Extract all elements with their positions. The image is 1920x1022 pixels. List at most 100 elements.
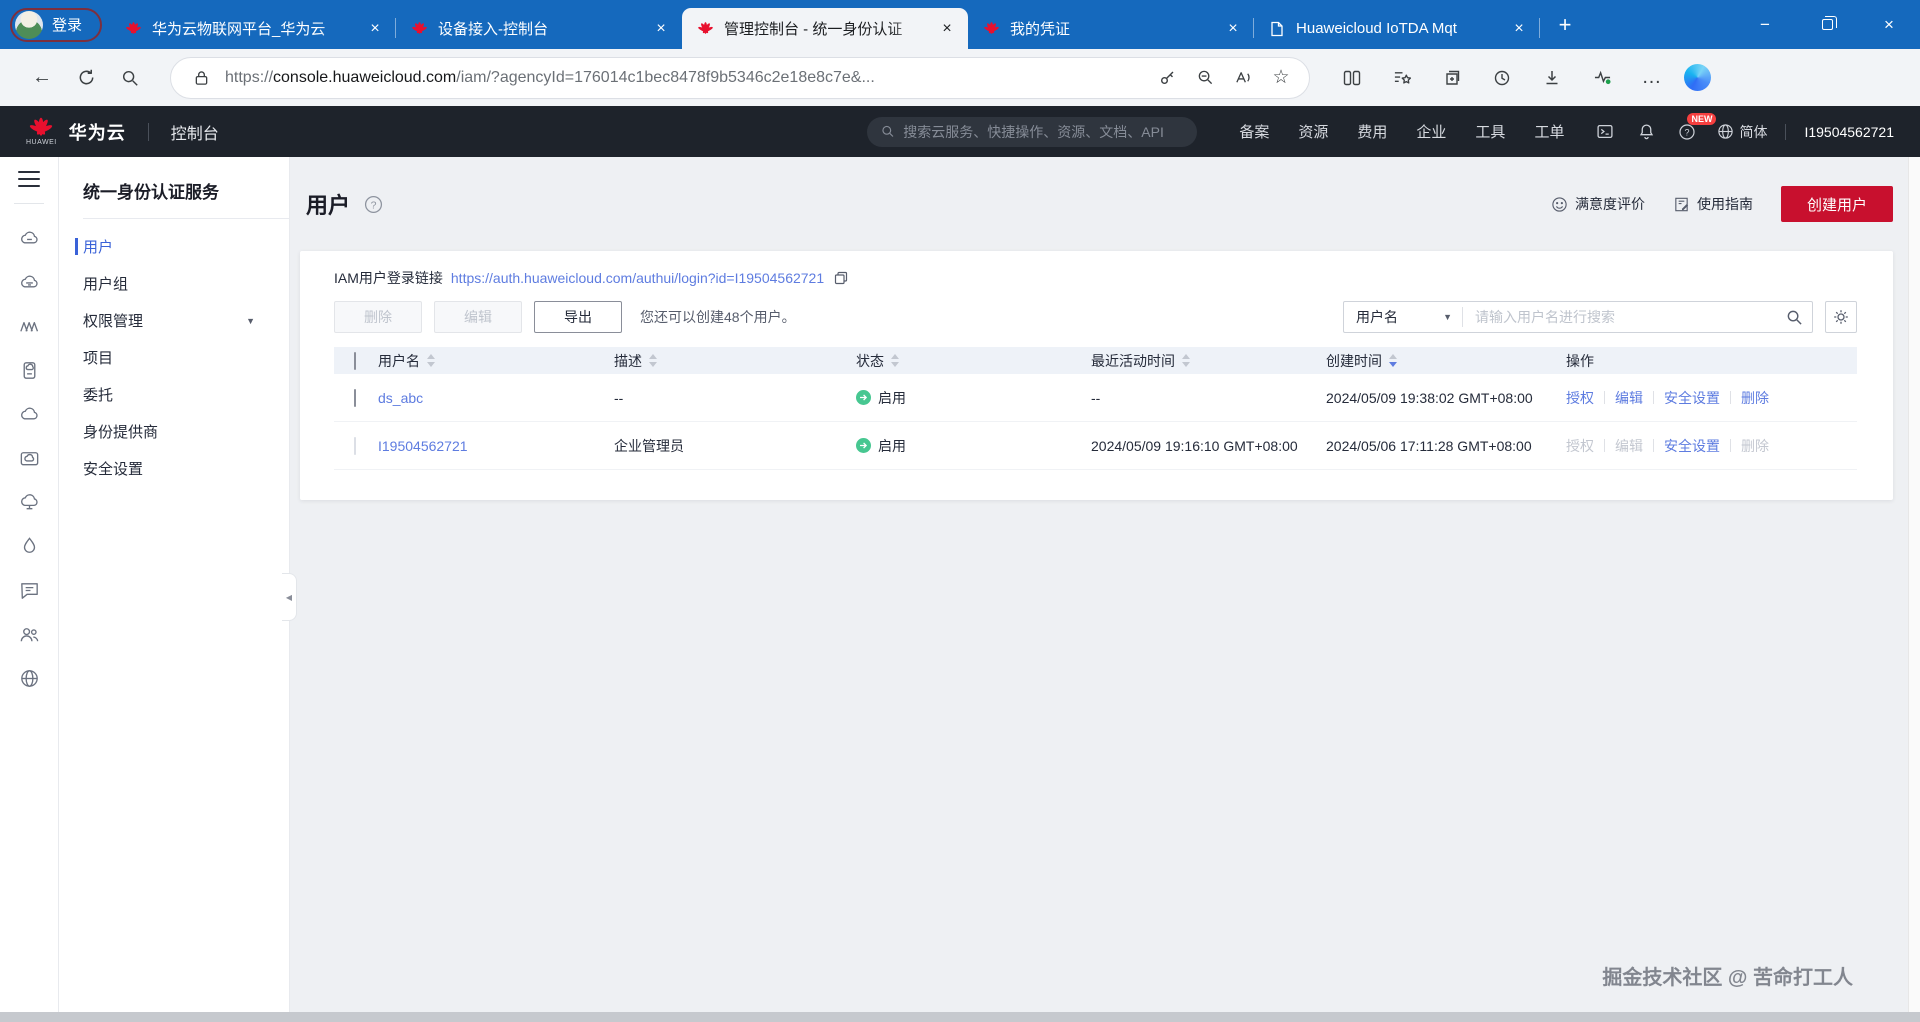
- restore-button[interactable]: [1796, 0, 1858, 49]
- back-icon: ←: [32, 66, 52, 89]
- split-screen-icon[interactable]: [1334, 60, 1370, 96]
- zoom-out-icon[interactable]: [1191, 64, 1219, 92]
- page-scrollbar[interactable]: [1908, 157, 1920, 1012]
- username-link[interactable]: ds_abc: [378, 390, 423, 406]
- back-button[interactable]: ←: [24, 60, 60, 96]
- huawei-logo[interactable]: HUAWEI: [26, 117, 57, 146]
- console-search[interactable]: [867, 117, 1197, 147]
- settings-more-icon[interactable]: …: [1634, 60, 1670, 96]
- cloud-server-icon[interactable]: [9, 216, 49, 260]
- brand-name[interactable]: 华为云: [69, 119, 126, 145]
- tablet-cloud-icon[interactable]: [9, 348, 49, 392]
- browser-essentials-icon[interactable]: [1584, 60, 1620, 96]
- browser-profile-button[interactable]: 登录: [10, 8, 102, 42]
- copy-icon[interactable]: [834, 271, 848, 285]
- quota-hint: 您还可以创建48个用户。: [640, 307, 796, 327]
- search-icon[interactable]: [1776, 302, 1812, 332]
- console-search-input[interactable]: [903, 124, 1183, 140]
- read-aloud-icon[interactable]: [1229, 64, 1257, 92]
- security-settings-action[interactable]: 安全设置: [1664, 436, 1720, 456]
- cli-terminal-icon[interactable]: [1594, 121, 1616, 143]
- column-header-username[interactable]: 用户名: [378, 351, 614, 371]
- sidebar-item-agencies[interactable]: 委托: [59, 376, 289, 413]
- nav-item-tickets[interactable]: 工单: [1534, 121, 1564, 142]
- security-settings-action[interactable]: 安全设置: [1664, 388, 1720, 408]
- search-icon: [121, 69, 139, 87]
- refresh-button[interactable]: [68, 60, 104, 96]
- sidebar-collapse-handle[interactable]: ◀: [282, 573, 297, 621]
- tab-my-credentials[interactable]: 我的凭证 ×: [968, 8, 1254, 49]
- column-header-last-activity[interactable]: 最近活动时间: [1091, 351, 1326, 371]
- window-close-button[interactable]: ×: [1858, 0, 1920, 49]
- favorite-star-icon[interactable]: ☆: [1267, 64, 1295, 92]
- tab-device-access[interactable]: 设备接入-控制台 ×: [396, 8, 682, 49]
- export-button[interactable]: 导出: [534, 301, 622, 333]
- droplet-icon[interactable]: [9, 524, 49, 568]
- tab-close-icon[interactable]: ×: [650, 18, 672, 40]
- cloud-icon[interactable]: [9, 392, 49, 436]
- new-tab-button[interactable]: +: [1550, 10, 1580, 40]
- search-input[interactable]: [1463, 309, 1776, 325]
- help-icon[interactable]: ? NEW: [1676, 121, 1698, 143]
- create-user-button[interactable]: 创建用户: [1781, 186, 1893, 222]
- sidebar-item-projects[interactable]: 项目: [59, 339, 289, 376]
- search-button[interactable]: [112, 60, 148, 96]
- select-all-checkbox[interactable]: [354, 352, 356, 370]
- user-guide-link[interactable]: 使用指南: [1673, 194, 1753, 214]
- nav-item-beian[interactable]: 备案: [1239, 121, 1269, 142]
- tab-iot-platform[interactable]: 华为云物联网平台_华为云 ×: [110, 8, 396, 49]
- tab-close-icon[interactable]: ×: [1508, 18, 1530, 40]
- window-controls: − ×: [1734, 0, 1920, 49]
- cloud-storage-icon[interactable]: [9, 260, 49, 304]
- tab-close-icon[interactable]: ×: [936, 18, 958, 40]
- copilot-icon[interactable]: [1684, 64, 1711, 91]
- collections-icon[interactable]: [1434, 60, 1470, 96]
- tab-iotda-mqtt[interactable]: Huaweicloud IoTDA Mqt ×: [1254, 8, 1540, 49]
- sidebar-item-label: 用户组: [83, 273, 128, 294]
- favorites-bar-icon[interactable]: [1384, 60, 1420, 96]
- nav-item-billing[interactable]: 费用: [1357, 121, 1387, 142]
- sidebar-item-permissions[interactable]: 权限管理▼: [59, 302, 289, 339]
- column-header-created[interactable]: 创建时间: [1326, 351, 1566, 371]
- sidebar-item-identity-providers[interactable]: 身份提供商: [59, 413, 289, 450]
- action-divider: [1653, 439, 1654, 452]
- notifications-bell-icon[interactable]: [1635, 121, 1657, 143]
- column-header-status[interactable]: 状态: [856, 351, 1091, 371]
- user-group-icon[interactable]: [9, 612, 49, 656]
- tab-close-icon[interactable]: ×: [364, 18, 386, 40]
- sidebar-item-security-settings[interactable]: 安全设置: [59, 450, 289, 487]
- header-divider: [1785, 124, 1786, 140]
- nav-item-resources[interactable]: 资源: [1298, 121, 1328, 142]
- page-help-icon[interactable]: ?: [364, 195, 383, 214]
- cloud-connect-icon[interactable]: [9, 480, 49, 524]
- row-checkbox[interactable]: [354, 389, 356, 407]
- sidebar-item-users[interactable]: 用户: [59, 228, 289, 265]
- console-link[interactable]: 控制台: [171, 120, 219, 144]
- delete-action[interactable]: 删除: [1741, 388, 1769, 408]
- waveform-icon[interactable]: [9, 304, 49, 348]
- table-settings-button[interactable]: [1825, 301, 1857, 333]
- globe-icon[interactable]: [9, 656, 49, 700]
- authorize-action[interactable]: 授权: [1566, 388, 1594, 408]
- nav-item-enterprise[interactable]: 企业: [1416, 121, 1446, 142]
- chat-bubble-icon[interactable]: [9, 568, 49, 612]
- sidebar-item-user-groups[interactable]: 用户组: [59, 265, 289, 302]
- filter-field-select[interactable]: 用户名 ▼: [1344, 307, 1462, 327]
- column-header-description[interactable]: 描述: [614, 351, 856, 371]
- iam-login-link[interactable]: https://auth.huaweicloud.com/authui/logi…: [451, 270, 824, 286]
- username-link[interactable]: I19504562721: [378, 438, 468, 454]
- history-icon[interactable]: [1484, 60, 1520, 96]
- downloads-icon[interactable]: [1534, 60, 1570, 96]
- feedback-link[interactable]: 满意度评价: [1551, 194, 1645, 214]
- minimize-button[interactable]: −: [1734, 0, 1796, 49]
- nav-item-tools[interactable]: 工具: [1475, 121, 1505, 142]
- tab-close-icon[interactable]: ×: [1222, 18, 1244, 40]
- menu-hamburger-icon[interactable]: [18, 171, 40, 187]
- cloud-box-icon[interactable]: [9, 436, 49, 480]
- language-switcher[interactable]: 简体: [1717, 122, 1767, 142]
- password-key-icon[interactable]: [1153, 64, 1181, 92]
- account-id[interactable]: I19504562721: [1804, 124, 1894, 140]
- tab-iam-console-active[interactable]: 管理控制台 - 统一身份认证 ×: [682, 8, 968, 49]
- address-bar[interactable]: https://console.huaweicloud.com/iam/?age…: [170, 57, 1310, 99]
- edit-action[interactable]: 编辑: [1615, 388, 1643, 408]
